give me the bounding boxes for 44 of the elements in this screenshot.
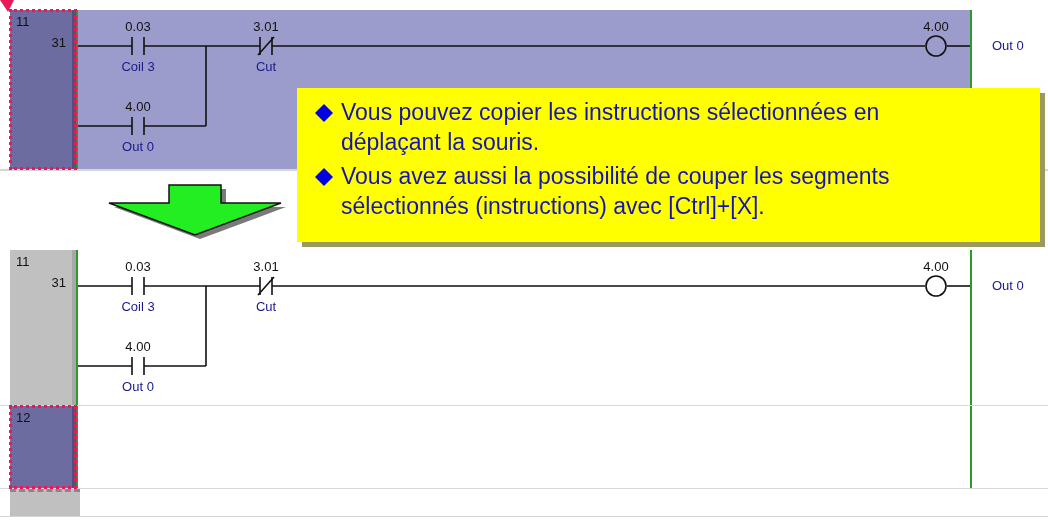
- wire: [78, 125, 133, 127]
- step-number: 31: [51, 275, 66, 290]
- address-label: 4.00: [125, 99, 151, 114]
- rung-header[interactable]: 11 31: [10, 10, 76, 169]
- rung-number: 11: [16, 14, 30, 29]
- address-label: 0.03: [125, 19, 151, 34]
- coil-symbol: [925, 35, 947, 57]
- address-label: 3.01: [253, 259, 279, 274]
- comment-label: Out 0: [992, 278, 1024, 293]
- diamond-bullet-icon: [315, 167, 333, 186]
- wire: [946, 285, 970, 287]
- comment-label: Cut: [255, 299, 277, 314]
- open-contact-symbol: [131, 36, 145, 56]
- comment-label: Coil 3: [121, 299, 155, 314]
- open-contact-symbol: [131, 116, 145, 136]
- address-label: 4.00: [923, 19, 949, 34]
- open-contact-symbol: [131, 356, 145, 376]
- wire: [78, 45, 133, 47]
- wire: [946, 45, 970, 47]
- address-label: 4.00: [923, 259, 949, 274]
- rung-number: 12: [16, 410, 31, 425]
- wire: [78, 285, 133, 287]
- address-label: 3.01: [253, 19, 279, 34]
- wire: [78, 365, 133, 367]
- closed-contact-symbol: [257, 36, 275, 56]
- comment-label: Cut: [255, 59, 277, 74]
- rung-header[interactable]: 12: [10, 406, 76, 488]
- open-contact-symbol: [131, 276, 145, 296]
- diamond-bullet-icon: [315, 104, 333, 122]
- rung-number: 11: [16, 254, 30, 269]
- callout-text: Vous pouvez copier les instructions sélectionnées en déplaçant la souris.: [341, 98, 881, 157]
- rung-header[interactable]: 11 31: [10, 250, 76, 405]
- rung-header: [10, 489, 80, 516]
- callout-text: Vous avez aussi la possibilité de couper les segments sélectionnés (instructions) avec [Ctrl]+[X].: [341, 161, 891, 221]
- address-label: 4.00: [125, 339, 151, 354]
- comment-label: Out 0: [122, 139, 154, 154]
- comment-label: Out 0: [992, 38, 1024, 53]
- pointer-icon: [0, 0, 14, 12]
- comment-label: Out 0: [122, 379, 154, 394]
- address-label: 0.03: [125, 259, 151, 274]
- coil-symbol: [925, 275, 947, 297]
- comment-label: Coil 3: [121, 59, 155, 74]
- closed-contact-symbol: [257, 276, 275, 296]
- step-number: 31: [51, 35, 66, 50]
